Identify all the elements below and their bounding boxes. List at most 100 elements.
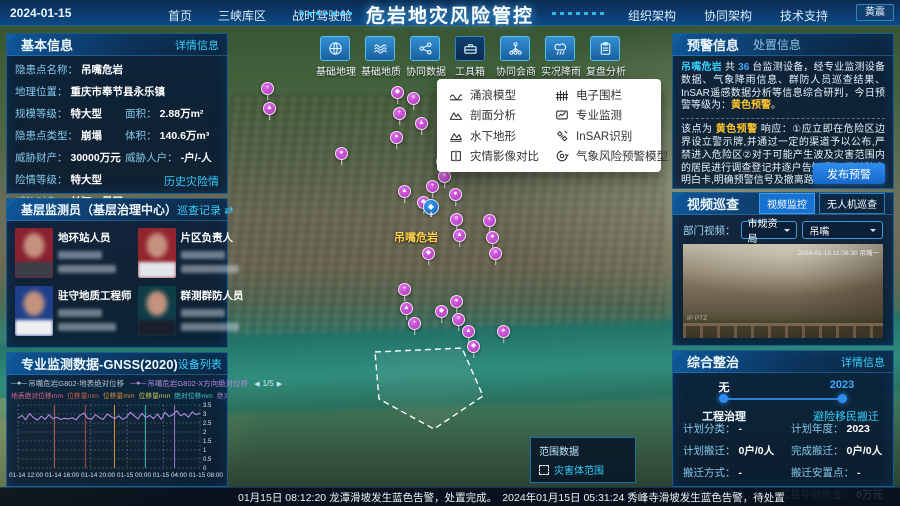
axis-series-label: 地表绝对位移mm bbox=[11, 390, 63, 400]
field-label: 隐患点名称： bbox=[15, 62, 78, 77]
tab-disposal-info[interactable]: 处置信息 bbox=[753, 36, 801, 53]
legend-item[interactable]: —●—吊嘴危岩G802-地表绝对位移 bbox=[11, 378, 124, 389]
timeline-node-right[interactable] bbox=[838, 394, 847, 403]
field-label: 完成搬迁： bbox=[791, 443, 844, 458]
map-marker[interactable]: ◆ bbox=[422, 247, 435, 260]
monitor-card[interactable]: 片区负责人 bbox=[138, 228, 244, 278]
user-chip[interactable]: 黄震 bbox=[856, 4, 894, 21]
menu-item-fence[interactable]: 电子围栏 bbox=[547, 85, 676, 105]
monitor-panel-title: 基层监测员（基层治理中心） bbox=[21, 201, 177, 218]
monitor-card[interactable]: 驻守地质工程师 bbox=[15, 286, 132, 336]
map-marker[interactable]: + bbox=[426, 180, 439, 193]
map-marker[interactable]: + bbox=[393, 107, 406, 120]
hazard-range-toggle[interactable]: 灾害体范围 bbox=[539, 462, 627, 477]
menu-item-monitor[interactable]: 专业监测 bbox=[547, 105, 676, 125]
tool-icon-box bbox=[320, 36, 350, 61]
map-marker[interactable]: + bbox=[398, 283, 411, 296]
map-marker[interactable]: ▲ bbox=[400, 302, 413, 315]
map-marker[interactable]: ≡ bbox=[450, 213, 463, 226]
map-marker-selected[interactable]: ◆ bbox=[423, 199, 439, 215]
chart-axis-labels: 地表绝对位移mm位移量mm位移量mm位移量mm绝对位移mm绝对位移mm bbox=[7, 390, 227, 400]
nav-tech-support[interactable]: 技术支持 bbox=[780, 7, 828, 24]
menu-item-weather[interactable]: 气象风险预警模型 bbox=[547, 146, 676, 166]
monitor-card[interactable]: 群测群防人员 bbox=[138, 286, 244, 336]
tab-video-monitor[interactable]: 视频监控 bbox=[759, 193, 815, 214]
mountain-icon bbox=[449, 108, 463, 122]
tab-drone-patrol[interactable]: 无人机巡查 bbox=[819, 193, 885, 214]
legend-item[interactable]: —●—吊嘴危岩G802-X方向绝对位移 bbox=[130, 378, 248, 389]
map-marker[interactable]: ≡ bbox=[489, 247, 502, 260]
redacted-name bbox=[181, 251, 225, 259]
tool-label: 工具箱 bbox=[451, 63, 489, 78]
field-value: - bbox=[739, 423, 743, 435]
map-marker[interactable]: ● bbox=[449, 188, 462, 201]
person-photo bbox=[138, 228, 176, 278]
video-patrol-panel: 视频巡查 视频监控 无人机巡查 部门视频： 市规资局 吊嘴 2024-01-15… bbox=[672, 192, 894, 346]
map-marker[interactable]: ◆ bbox=[467, 340, 480, 353]
map-marker[interactable]: ◆ bbox=[435, 305, 448, 318]
video-feed[interactable]: 2024-01-15 11:06:30 吊嘴一 IP PTZ bbox=[683, 244, 883, 338]
tool-globe-button[interactable]: 基础地理 bbox=[316, 36, 354, 78]
map-marker[interactable]: ● bbox=[450, 295, 463, 308]
field-value: 重庆市奉节县永乐镇 bbox=[71, 84, 166, 99]
camera-point-select[interactable]: 吊嘴 bbox=[802, 221, 883, 239]
patrol-record-link[interactable]: 巡查记录 ⇄ bbox=[177, 202, 233, 218]
tool-network-button[interactable]: 协同会商 bbox=[496, 36, 534, 78]
menu-item-wave[interactable]: 涌浪模型 bbox=[441, 85, 547, 105]
map-marker[interactable]: ▲ bbox=[263, 102, 276, 115]
deco-dots-right bbox=[552, 12, 604, 15]
history-disaster-link[interactable]: 历史灾险情 bbox=[164, 173, 219, 189]
basic-info-details-link[interactable]: 详情信息 bbox=[175, 37, 219, 53]
map-marker[interactable]: + bbox=[261, 82, 274, 95]
map-marker[interactable]: ● bbox=[390, 131, 403, 144]
tool-clipboard-button[interactable]: 复盘分析 bbox=[586, 36, 624, 78]
map-marker[interactable]: ● bbox=[486, 231, 499, 244]
nav-coop-structure[interactable]: 协同架构 bbox=[704, 7, 752, 24]
pager-next-icon[interactable]: ▶ bbox=[277, 380, 282, 388]
tool-share-button[interactable]: 协同数据 bbox=[406, 36, 444, 78]
map-marker[interactable]: ▲ bbox=[462, 325, 475, 338]
map-marker[interactable]: + bbox=[408, 317, 421, 330]
chart-x-ticks: 01-14 12:0001-14 16:0001-14 20:0001-15 0… bbox=[7, 472, 227, 479]
toolbox-icon bbox=[463, 41, 478, 56]
department-select[interactable]: 市规资局 bbox=[741, 221, 798, 239]
map-marker[interactable]: ● bbox=[335, 147, 348, 160]
menu-item-mountain[interactable]: 剖面分析 bbox=[441, 105, 547, 125]
nav-org-structure[interactable]: 组织架构 bbox=[628, 7, 676, 24]
pager-prev-icon[interactable]: ◀ bbox=[254, 380, 259, 388]
tool-toolbox-button[interactable]: 工具箱 bbox=[451, 36, 489, 78]
publish-warning-button[interactable]: 发布预警 bbox=[813, 163, 885, 184]
menu-item-compare[interactable]: 灾情影像对比 bbox=[441, 146, 547, 166]
map-marker[interactable]: ▲ bbox=[415, 117, 428, 130]
field-value: - bbox=[739, 467, 743, 479]
treatment-details-link[interactable]: 详情信息 bbox=[841, 354, 885, 370]
field-value: 吊嘴危岩 bbox=[81, 62, 123, 77]
map-marker[interactable]: ≡ bbox=[407, 92, 420, 105]
dept-video-label: 部门视频： bbox=[683, 223, 736, 238]
nav-right: 组织架构 协同架构 技术支持 bbox=[628, 7, 828, 24]
tab-warning-info[interactable]: 预警信息 bbox=[687, 35, 739, 54]
menu-item-satellite[interactable]: InSAR识别 bbox=[547, 126, 676, 146]
map-marker[interactable]: ▲ bbox=[398, 185, 411, 198]
map-marker[interactable]: ▲ bbox=[453, 229, 466, 242]
redacted-name bbox=[58, 309, 102, 317]
timeline-node-left[interactable] bbox=[719, 394, 728, 403]
wave-icon bbox=[449, 88, 463, 102]
map-marker[interactable]: + bbox=[483, 214, 496, 227]
video-fence-railing bbox=[683, 323, 883, 338]
tool-rain-button[interactable]: 实况降雨 bbox=[541, 36, 579, 78]
menu-item-terrain[interactable]: 水下地形 bbox=[441, 126, 547, 146]
map-toolbar: 基础地理基础地质协同数据工具箱协同会商实况降雨复盘分析 bbox=[316, 36, 624, 78]
map-marker[interactable]: ≡ bbox=[452, 313, 465, 326]
axis-series-label: 位移量mm bbox=[67, 390, 99, 400]
monitor-card[interactable]: 地环站人员 bbox=[15, 228, 132, 278]
tool-layers-button[interactable]: 基础地质 bbox=[361, 36, 399, 78]
menu-item-label: 专业监测 bbox=[576, 107, 622, 123]
map-marker[interactable]: ● bbox=[497, 325, 510, 338]
blurred-face bbox=[24, 233, 45, 258]
map-marker[interactable]: ◆ bbox=[391, 86, 404, 99]
person-role: 群测群防人员 bbox=[181, 288, 244, 303]
device-list-link[interactable]: 设备列表 bbox=[178, 356, 222, 372]
basic-info-row: 地理位置：重庆市奉节县永乐镇 bbox=[15, 84, 219, 99]
axis-series-label: 绝对位移mm bbox=[217, 390, 227, 400]
